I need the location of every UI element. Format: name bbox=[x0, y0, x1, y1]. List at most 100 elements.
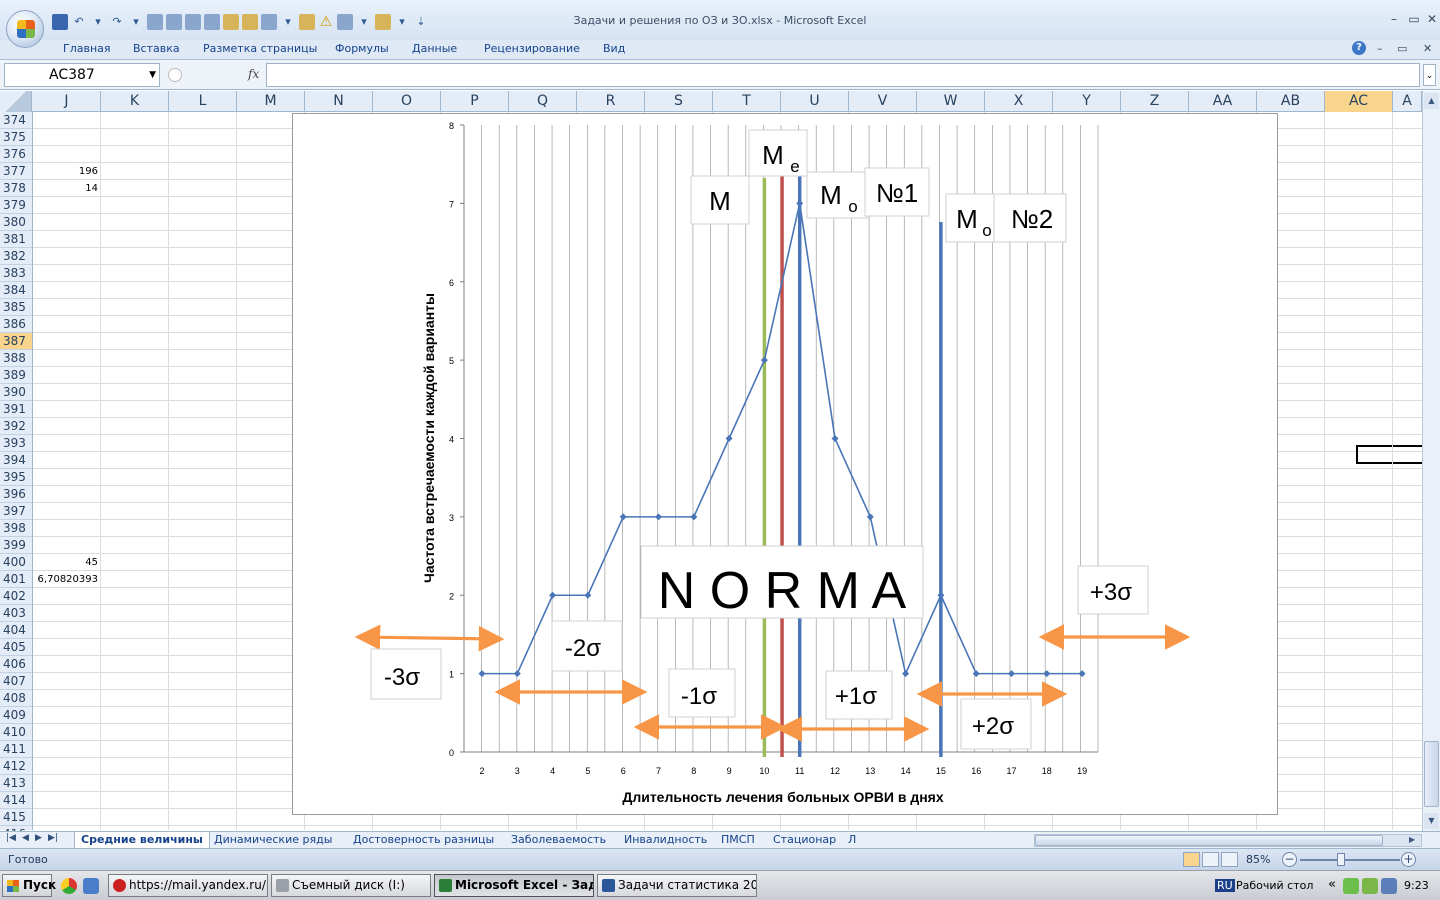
row-header[interactable]: 409 bbox=[0, 707, 32, 724]
column-header[interactable]: A bbox=[1393, 91, 1422, 112]
row-header[interactable]: 410 bbox=[0, 724, 32, 741]
column-header[interactable]: J bbox=[33, 91, 101, 112]
zoom-level[interactable]: 85% bbox=[1246, 853, 1270, 866]
chevron-down-icon[interactable]: ▼ bbox=[149, 70, 156, 80]
name-box[interactable]: AC387 ▼ bbox=[4, 63, 160, 87]
row-header[interactable]: 415 bbox=[0, 809, 32, 826]
ribbon-restore-icon[interactable]: ▭ bbox=[1397, 42, 1407, 55]
sheet-tab-averages[interactable]: Средние величины bbox=[74, 832, 210, 849]
cell-value[interactable]: 6,70820393 bbox=[33, 574, 98, 585]
help-icon[interactable]: ? bbox=[1352, 41, 1366, 55]
column-header[interactable]: L bbox=[169, 91, 237, 112]
network-icon[interactable] bbox=[1343, 878, 1359, 894]
row-header[interactable]: 404 bbox=[0, 622, 32, 639]
column-header[interactable]: M bbox=[237, 91, 305, 112]
last-sheet-icon[interactable]: ▶| bbox=[48, 833, 58, 843]
vertical-scroll-thumb[interactable] bbox=[1424, 741, 1439, 807]
column-header[interactable]: S bbox=[645, 91, 713, 112]
cell-value[interactable]: 45 bbox=[33, 557, 98, 568]
row-header[interactable]: 376 bbox=[0, 146, 32, 163]
row-header[interactable]: 405 bbox=[0, 639, 32, 656]
column-header[interactable]: Q bbox=[509, 91, 577, 112]
taskbar-item-word[interactable]: Задачи статистика 201... bbox=[597, 874, 757, 897]
office-button[interactable] bbox=[6, 10, 44, 48]
column-header[interactable]: V bbox=[849, 91, 917, 112]
normal-view-icon[interactable] bbox=[1183, 852, 1200, 867]
column-header[interactable]: P bbox=[441, 91, 509, 112]
column-header[interactable]: N bbox=[305, 91, 373, 112]
chrome-icon[interactable] bbox=[61, 878, 77, 894]
tab-view[interactable]: Вид bbox=[603, 42, 625, 55]
sheet-tab-pmsp[interactable]: ПМСП bbox=[715, 832, 761, 849]
vertical-scrollbar[interactable]: ▲ ▼ bbox=[1422, 91, 1440, 831]
row-header[interactable]: 414 bbox=[0, 792, 32, 809]
row-header[interactable]: 413 bbox=[0, 775, 32, 792]
active-cell[interactable] bbox=[1356, 445, 1422, 464]
zoom-in-icon[interactable]: + bbox=[1401, 852, 1416, 867]
scroll-up-icon[interactable]: ▲ bbox=[1424, 93, 1439, 109]
column-header[interactable]: K bbox=[101, 91, 169, 112]
page-layout-view-icon[interactable] bbox=[1202, 852, 1219, 867]
horizontal-scrollbar[interactable]: ▶ bbox=[1034, 834, 1422, 847]
page-break-view-icon[interactable] bbox=[1221, 852, 1238, 867]
row-header[interactable]: 375 bbox=[0, 129, 32, 146]
ie-icon[interactable] bbox=[83, 878, 99, 894]
row-header[interactable]: 396 bbox=[0, 486, 32, 503]
row-header[interactable]: 383 bbox=[0, 265, 32, 282]
row-header[interactable]: 401 bbox=[0, 571, 32, 588]
row-header[interactable]: 412 bbox=[0, 758, 32, 775]
row-header[interactable]: 388 bbox=[0, 350, 32, 367]
row-header[interactable]: 411 bbox=[0, 741, 32, 758]
battery-icon[interactable] bbox=[1362, 878, 1378, 894]
column-header[interactable]: AB bbox=[1257, 91, 1325, 112]
sheet-tab-dynamic[interactable]: Динамические ряды bbox=[208, 832, 338, 849]
chart-area[interactable]: 0 1 2 3 4 5 6 7 8 2 3 4 5 6 7 8 9 10 11 12 13 14 15 16 17 18 19 Дли… bbox=[292, 113, 1278, 815]
next-sheet-icon[interactable]: ▶ bbox=[35, 833, 42, 843]
row-header[interactable]: 384 bbox=[0, 282, 32, 299]
ribbon-close-icon[interactable]: ✕ bbox=[1423, 42, 1432, 55]
tab-insert[interactable]: Вставка bbox=[133, 42, 180, 55]
cell-value[interactable]: 196 bbox=[33, 166, 98, 177]
close-icon[interactable]: ✕ bbox=[1424, 12, 1440, 26]
sheet-tab-significance[interactable]: Достоверность разницы bbox=[347, 832, 500, 849]
desktop-toolbar-label[interactable]: Рабочий стол bbox=[1236, 879, 1313, 892]
row-header[interactable]: 403 bbox=[0, 605, 32, 622]
zoom-slider-track[interactable] bbox=[1300, 859, 1400, 861]
row-header[interactable]: 395 bbox=[0, 469, 32, 486]
row-header[interactable]: 397 bbox=[0, 503, 32, 520]
row-header[interactable]: 386 bbox=[0, 316, 32, 333]
taskbar-item-drive[interactable]: Съемный диск (I:) bbox=[271, 874, 431, 897]
column-header[interactable]: X bbox=[985, 91, 1053, 112]
start-button[interactable]: Пуск bbox=[2, 874, 56, 897]
language-indicator[interactable]: RU bbox=[1215, 879, 1235, 892]
row-header[interactable]: 390 bbox=[0, 384, 32, 401]
row-header[interactable]: 408 bbox=[0, 690, 32, 707]
row-header[interactable]: 406 bbox=[0, 656, 32, 673]
row-header[interactable]: 378 bbox=[0, 180, 32, 197]
ribbon-minimize-icon[interactable]: – bbox=[1377, 42, 1383, 55]
insert-function-icon[interactable]: fx bbox=[248, 67, 259, 81]
prev-sheet-icon[interactable]: ◀ bbox=[22, 833, 29, 843]
row-header[interactable]: 400 bbox=[0, 554, 32, 571]
row-header[interactable]: 374 bbox=[0, 112, 32, 129]
row-header[interactable]: 407 bbox=[0, 673, 32, 690]
row-header[interactable]: 377 bbox=[0, 163, 32, 180]
column-header[interactable]: O bbox=[373, 91, 441, 112]
column-header[interactable]: W bbox=[917, 91, 985, 112]
row-header[interactable]: 402 bbox=[0, 588, 32, 605]
formula-input[interactable] bbox=[266, 63, 1420, 87]
column-header[interactable]: R bbox=[577, 91, 645, 112]
tab-review[interactable]: Рецензирование bbox=[484, 42, 580, 55]
column-header[interactable]: Z bbox=[1121, 91, 1189, 112]
row-header[interactable]: 399 bbox=[0, 537, 32, 554]
row-header[interactable]: 385 bbox=[0, 299, 32, 316]
row-header[interactable]: 379 bbox=[0, 197, 32, 214]
select-all-button[interactable] bbox=[0, 91, 32, 112]
row-header[interactable]: 394 bbox=[0, 452, 32, 469]
taskbar-item-browser[interactable]: https://mail.yandex.ru/n... bbox=[108, 874, 268, 897]
zoom-slider-thumb[interactable] bbox=[1337, 853, 1345, 866]
scroll-down-icon[interactable]: ▼ bbox=[1424, 813, 1439, 829]
sheet-tab-more[interactable]: Л bbox=[842, 832, 862, 849]
tab-page-layout[interactable]: Разметка страницы bbox=[203, 42, 317, 55]
column-header[interactable]: AC bbox=[1325, 91, 1393, 112]
